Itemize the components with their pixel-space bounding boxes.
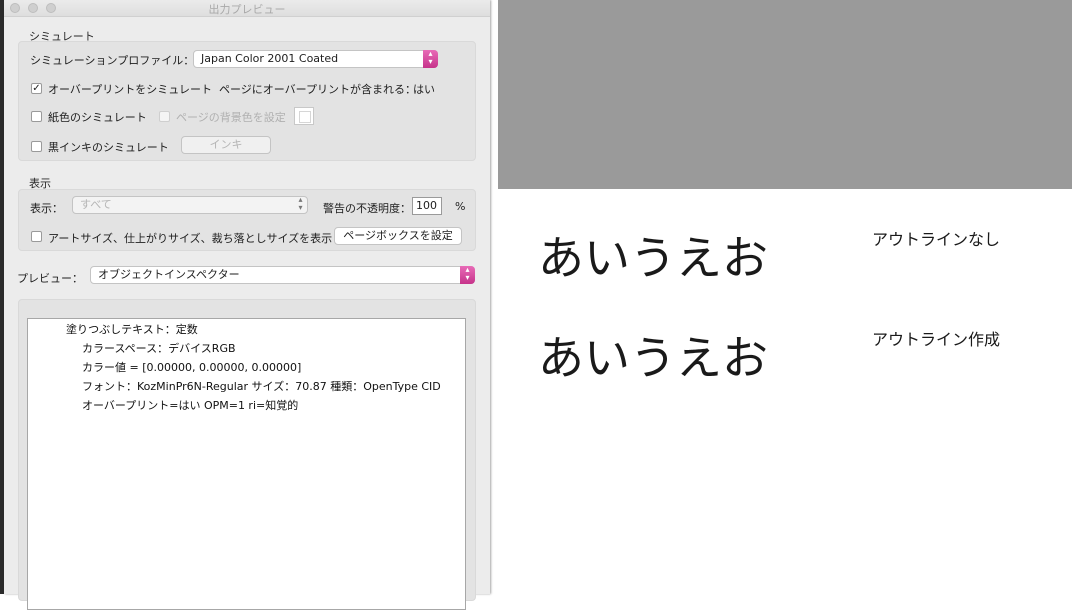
profile-value: Japan Color 2001 Coated — [201, 52, 339, 65]
show-sizes-label: アートサイズ、仕上がりサイズ、裁ち落としサイズを表示 — [48, 232, 333, 245]
object-inspector-tree[interactable]: 塗りつぶしテキスト：定数 カラースペース：デバイスRGB カラー値 = [0.0… — [27, 318, 466, 610]
overprint-checkbox[interactable]: ✓ — [31, 83, 42, 94]
preview-value: オブジェクトインスペクター — [98, 268, 240, 281]
show-dropdown[interactable]: すべて ▴ ▾ — [72, 196, 308, 214]
output-preview-panel: 出力プレビュー シミュレート シミュレーションプロファイル： Japan Col… — [4, 0, 490, 610]
inspector-group: 塗りつぶしテキスト：定数 カラースペース：デバイスRGB カラー値 = [0.0… — [18, 299, 476, 610]
black-ink-label: 黒インキのシミュレート — [48, 141, 169, 154]
tree-item-color-space[interactable]: カラースペース：デバイスRGB — [82, 340, 236, 356]
paper-color-checkbox[interactable] — [31, 111, 42, 122]
preview-label: プレビュー： — [17, 272, 83, 285]
show-value: すべて — [80, 198, 112, 211]
page-box-button[interactable]: ページボックスを設定 — [334, 227, 462, 245]
sample-text-outlined[interactable]: あいうえお — [538, 322, 768, 388]
dropdown-arrows-icon: ▴ ▾ — [460, 266, 475, 284]
bg-color-swatch[interactable] — [294, 107, 314, 125]
opacity-label: 警告の不透明度： — [323, 202, 411, 215]
ink-button[interactable]: インキ — [181, 136, 271, 154]
opacity-input[interactable]: 100 — [412, 197, 442, 215]
paper-color-label: 紙色のシミュレート — [48, 111, 147, 124]
sample-text-no-outline[interactable]: あいうえお — [538, 222, 768, 288]
tree-item-fill-text[interactable]: 塗りつぶしテキスト：定数 — [66, 321, 198, 337]
page-overprint-value: はい — [413, 83, 435, 96]
show-sizes-checkbox[interactable] — [31, 231, 42, 242]
bg-color-label: ページの背景色を設定 — [176, 111, 286, 124]
window-title: 出力プレビュー — [208, 3, 286, 16]
show-label: 表示： — [30, 202, 63, 215]
caption-outlined[interactable]: アウトライン作成 — [872, 326, 1000, 350]
dropdown-arrows-icon: ▴ ▾ — [423, 50, 438, 68]
title-bar[interactable]: 出力プレビュー — [4, 0, 490, 17]
dropdown-arrows-icon: ▴ ▾ — [298, 195, 303, 212]
profile-label: シミュレーションプロファイル： — [30, 54, 195, 67]
preview-dropdown[interactable]: オブジェクトインスペクター ▴ ▾ — [90, 266, 475, 284]
caption-no-outline[interactable]: アウトラインなし — [872, 226, 1000, 250]
profile-dropdown[interactable]: Japan Color 2001 Coated ▴ ▾ — [193, 50, 438, 68]
display-group: 表示： すべて ▴ ▾ 警告の不透明度： 100 % アートサイズ、仕上がりサイズ… — [18, 189, 476, 251]
tree-item-color-value[interactable]: カラー値 = [0.00000, 0.00000, 0.00000] — [82, 359, 301, 375]
canvas-pasteboard — [498, 0, 1072, 189]
overprint-label: オーバープリントをシミュレート — [48, 83, 213, 96]
tree-item-font[interactable]: フォント：KozMinPr6N-Regular サイズ：70.87 種類：Ope… — [82, 378, 441, 394]
tree-item-overprint[interactable]: オーバープリント=はい OPM=1 ri=知覚的 — [82, 397, 298, 413]
simulate-group: シミュレーションプロファイル： Japan Color 2001 Coated … — [18, 41, 476, 161]
opacity-unit: % — [455, 200, 466, 213]
page-overprint-label: ページにオーバープリントが含まれる： — [219, 83, 417, 96]
black-ink-checkbox[interactable] — [31, 141, 42, 152]
bg-color-checkbox[interactable] — [159, 111, 170, 122]
